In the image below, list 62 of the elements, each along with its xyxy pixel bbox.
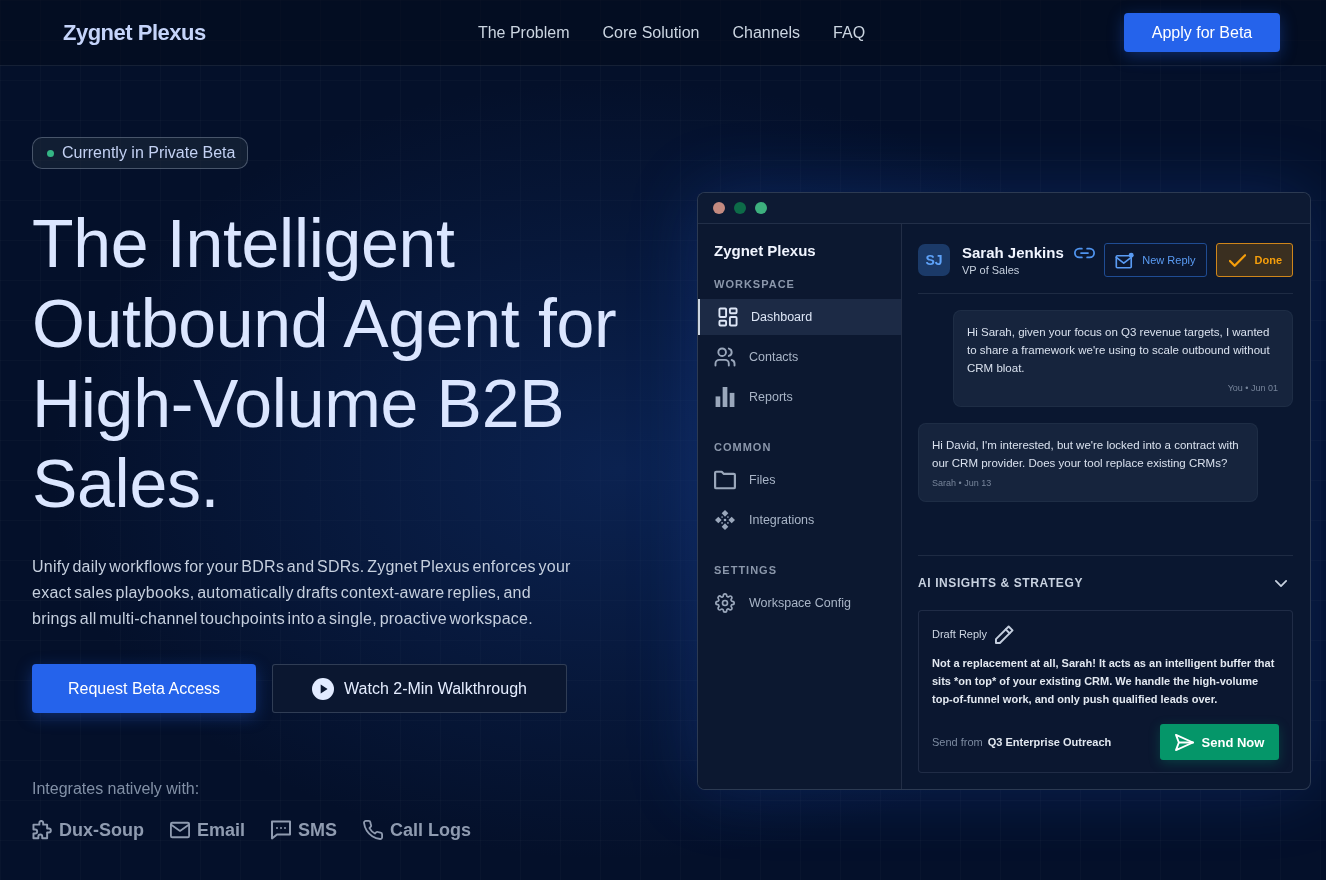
envelope-icon xyxy=(1115,251,1136,269)
integration-name: Dux-Soup xyxy=(59,819,144,842)
checkmark-icon xyxy=(1228,253,1246,267)
envelope-icon xyxy=(170,820,190,840)
integrations-label: Integrates natively with: xyxy=(32,779,201,799)
chat-bubble-icon xyxy=(271,820,292,840)
integration-name: SMS xyxy=(298,819,338,842)
diamond-cluster-icon xyxy=(714,510,736,530)
draft-label: Draft Reply xyxy=(932,628,988,640)
avatar-initials: SJ xyxy=(918,244,950,276)
hero-description: Unify daily workflows for your BDRs and SDRs. Zygnet Plexus enforces your exact sales playbooks, automatically drafts context-aware replies, and brings all multi-channel touchpoints into a single, proactive workspace. xyxy=(32,557,572,629)
people-icon xyxy=(714,347,736,367)
sidebar-item[interactable]: Integrations xyxy=(698,502,901,538)
sidebar-item[interactable]: Workspace Config xyxy=(698,585,901,621)
window-dot-icon[interactable] xyxy=(713,202,725,214)
message-text: Hi David, I'm interested, but we're locked into a contract with our CRM provider. Does your tool replace existing CRMs? xyxy=(932,438,1240,471)
send-from-value: Q3 Enterprise Outreach xyxy=(987,736,1112,748)
puzzle-icon xyxy=(32,820,52,840)
message-text: Hi Sarah, given your focus on Q3 revenue targets, I wanted to share a framework we're using to scale outbound without CRM bloat. xyxy=(967,325,1271,376)
sidebar-heading: COMMON xyxy=(713,440,773,455)
sidebar-heading: SETTINGS xyxy=(713,563,778,578)
send-from-label: Send from xyxy=(932,736,983,748)
window-dot-icon[interactable] xyxy=(755,202,767,214)
integration-name: Email xyxy=(197,819,246,842)
status-dot-icon xyxy=(47,149,54,157)
pencil-icon[interactable] xyxy=(995,624,1015,644)
sidebar-item[interactable]: Contacts xyxy=(698,339,901,375)
message-meta: You • Jun 01 xyxy=(1226,383,1278,394)
bar-chart-icon xyxy=(714,387,736,407)
message-meta: Sarah • Jun 13 xyxy=(932,478,993,489)
apply-button[interactable]: Apply for Beta xyxy=(1124,13,1280,52)
nav-link[interactable]: The Problem xyxy=(477,23,570,42)
done-button[interactable]: Done xyxy=(1215,243,1293,277)
link-icon[interactable] xyxy=(1073,246,1095,259)
draft-text: Not a replacement at all, Sarah! It acts as an intelligent buffer that sits *on top* of your existing CRM. We handle the high-volume top-of-funnel work, and only push qualified leads over. xyxy=(932,656,1276,707)
sidebar-item[interactable]: Files xyxy=(698,462,901,498)
send-now-button[interactable]: Send Now xyxy=(1160,724,1279,760)
hero-headline: The Intelligent Outbound Agent for High-Volume B2B Sales. xyxy=(32,204,618,523)
chevron-down-icon[interactable] xyxy=(1275,579,1287,587)
nav-link[interactable]: Channels xyxy=(732,23,801,42)
new-reply-button[interactable]: New Reply xyxy=(1104,243,1207,277)
window-dot-icon[interactable] xyxy=(734,202,746,214)
folder-icon xyxy=(714,470,736,490)
insights-heading: AI INSIGHTS & STRATEGY xyxy=(918,576,1083,590)
play-icon xyxy=(312,677,335,700)
send-icon xyxy=(1174,733,1194,751)
integration-name: Call Logs xyxy=(390,819,472,842)
sidebar-title: Zygnet Plexus xyxy=(713,241,817,261)
contact-role: VP of Sales xyxy=(962,263,1021,277)
brand-logo[interactable]: Zygnet Plexus xyxy=(63,19,206,46)
contact-name: Sarah Jenkins xyxy=(962,243,1064,262)
sidebar-heading: WORKSPACE xyxy=(713,277,796,292)
nav-link[interactable]: Core Solution xyxy=(602,23,700,42)
phone-icon xyxy=(363,820,384,840)
gear-icon xyxy=(714,593,736,613)
watch-video-button[interactable]: Watch 2-Min Walkthrough xyxy=(272,664,567,713)
grid-layout-icon xyxy=(718,307,738,327)
sidebar-item[interactable]: Dashboard xyxy=(698,299,901,335)
nav-link[interactable]: FAQ xyxy=(833,23,866,42)
request-access-button[interactable]: Request Beta Access xyxy=(32,664,256,713)
badge-label: Currently in Private Beta xyxy=(62,144,236,162)
sidebar-item[interactable]: Reports xyxy=(698,379,901,415)
